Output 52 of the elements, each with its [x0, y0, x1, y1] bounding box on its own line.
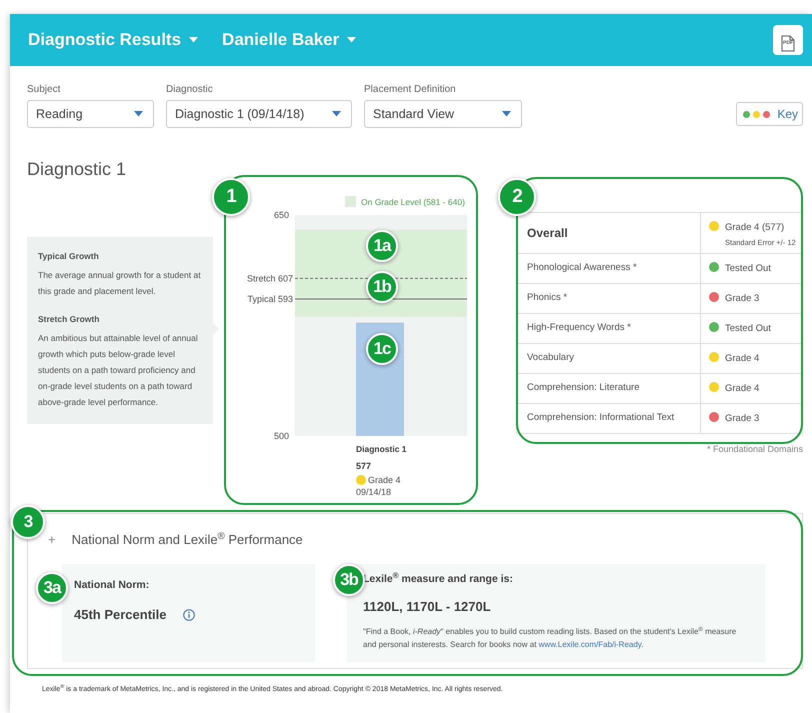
category-label: Diagnostic 1 [356, 444, 407, 454]
field-label: Placement Definition [364, 83, 457, 97]
table-cell: Phonological Awareness * [517, 254, 701, 283]
caret-icon [134, 111, 143, 117]
table-cell: Vocabulary [517, 344, 701, 373]
table-cell-text: Tested Out [725, 262, 771, 276]
document-icon [781, 34, 795, 52]
lexile-description: "Find a Book, i-Ready" enables you to build custom reading lists. Based on the student's Lexile$^{®}$ measure and personal insterests. Search for books now at www.Lexile.com/Fab/i-Ready. [363, 626, 738, 651]
norm-label: National Norm: [74, 578, 150, 592]
table-cell-text: Grade 3 [725, 412, 760, 426]
expand-toggle[interactable]: + [44, 530, 56, 550]
table-cell-text: Grade 4 (577) [725, 221, 786, 235]
legend-swatch [345, 196, 356, 207]
table-cell-text: Grade 3 [725, 292, 760, 306]
dropdown[interactable]: Standard View [364, 100, 522, 128]
line-label: Typical 593 [247, 294, 293, 304]
table-cell-text: Tested Out [725, 322, 771, 336]
dropdown[interactable]: Diagnostic 1 (09/14/18) [166, 100, 352, 128]
y-tick-label: 500 [274, 431, 289, 441]
grade-label: Grade 4 [368, 475, 401, 485]
panel-heading: National Norm and Lexile$^{®}$ Performance [72, 530, 303, 549]
legend-label: On Grade Level (581 - 640) [361, 197, 465, 207]
info-icon[interactable] [182, 609, 194, 621]
line-label: Stretch 607 [246, 273, 293, 284]
table-cell: High-Frequency Words * [517, 314, 701, 343]
info-heading: Typical Growth [38, 250, 100, 263]
date-label: 09/14/18 [356, 487, 392, 497]
table-cell: Comprehension: Informational Text [517, 404, 701, 433]
caret-icon [347, 37, 356, 43]
info-text: An ambitious but attainable level of annual growth which puts below-grade level students on a path toward proficiency and on-grade level students on a path toward above-grade level performance. [38, 332, 199, 409]
lexile-value: 1120L, 1170L - 1270L [363, 598, 492, 616]
score-value: 577 [356, 461, 372, 471]
info-text: The average annual growth for a student at this grade and placement level. [38, 268, 201, 298]
y-tick-label: 650 [274, 210, 289, 220]
caret-icon [502, 111, 511, 117]
student-dropdown[interactable]: Danielle Baker [222, 27, 356, 53]
field-label: Subject [27, 83, 62, 97]
caret-icon [332, 111, 341, 117]
caret-icon [189, 37, 198, 43]
table-cell: Phonics * [517, 284, 701, 313]
percentile-value: 45th Percentile [74, 606, 166, 624]
lexile-link[interactable]: www.Lexile.com/Fab/i-Ready. [538, 640, 644, 649]
table-cell: Comprehension: Literature [517, 374, 701, 403]
section-heading: Diagnostic 1 [27, 158, 128, 181]
footnote: * Foundational Domains [706, 443, 803, 456]
dropdown[interactable]: Reading [27, 100, 154, 128]
key-button[interactable]: Key [736, 102, 803, 126]
table-cell-text: Grade 4 [725, 382, 760, 396]
info-heading: Stretch Growth [38, 312, 100, 326]
table-cell-text: Grade 4 [725, 352, 760, 366]
title-dropdown[interactable]: Diagnostic Results [28, 27, 198, 53]
field-label: Diagnostic [166, 83, 214, 97]
